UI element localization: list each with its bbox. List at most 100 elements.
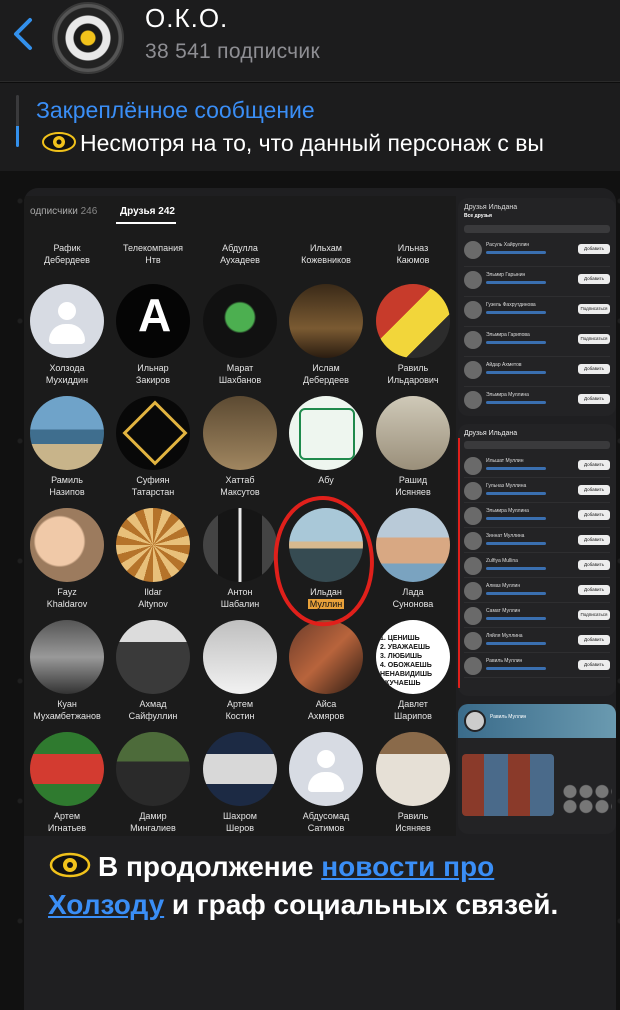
friend-card[interactable]: Дамир Мингалиев [110, 732, 196, 834]
friend-name: Равиль Ильдарович [370, 362, 456, 386]
friend-photo [203, 620, 277, 694]
message-caption: В продолжение новости про Холзоду и граф… [48, 848, 608, 924]
friend-first-name: Равиль [397, 811, 429, 821]
friend-card[interactable]: Ildar Altynov [110, 508, 196, 610]
panel1-tabs: Все друзья [458, 213, 616, 223]
friend-first-name: Ильназ [397, 243, 429, 253]
menu-card-line: СКУЧАЕШЬ [380, 680, 421, 687]
friend-card[interactable]: Куан Мухамбетжанов [24, 620, 110, 722]
friend-row-button[interactable]: Подписаться [578, 610, 610, 620]
friend-row-avatar [464, 582, 482, 600]
friend-card[interactable]: Равиль Исяняев [370, 732, 456, 834]
friend-card[interactable]: Телекомпания Нтв [110, 242, 196, 266]
friend-card[interactable]: Абдулла Аухадеев [197, 242, 283, 266]
friend-row-button[interactable]: Подписаться [578, 334, 610, 344]
friend-card[interactable]: Айса Ахмяров [283, 620, 369, 722]
friend-row-button[interactable]: Добавить [578, 585, 610, 595]
friend-row-button[interactable]: Добавить [578, 660, 610, 670]
friend-photo [203, 284, 277, 358]
pinned-text: Несмотря на то, что данный персонаж с вы [40, 129, 620, 157]
friend-card[interactable]: Fayz Khaldarov [24, 508, 110, 610]
friend-row-button[interactable]: Добавить [578, 635, 610, 645]
friend-row-avatar [464, 557, 482, 575]
friend-first-name: Ильнар [137, 363, 169, 373]
friend-last-name: Максутов [220, 487, 260, 497]
friend-card[interactable]: Артем Игнатьев [24, 732, 110, 834]
friend-row-button[interactable]: Добавить [578, 535, 610, 545]
friend-card[interactable]: Ильнар Закиров [110, 284, 196, 386]
friend-card[interactable]: Рашид Исяняев [370, 396, 456, 498]
message-bubble[interactable]: одписчики 246 Друзья 242 Рафик Дебердеев Т… [24, 188, 616, 1010]
friends-grid-screenshot[interactable]: одписчики 246 Друзья 242 Рафик Дебердеев Т… [24, 196, 456, 836]
friend-card[interactable]: Артем Костин [197, 620, 283, 722]
friends-list-screenshot-2[interactable]: Друзья Ильдана Ильшат Муллин Добавить Гуль… [458, 424, 616, 696]
friend-last-name: Назипов [49, 487, 85, 497]
friend-card[interactable]: Рамиль Назипов [24, 396, 110, 498]
friend-row-name: Zulfiya Mullina [486, 558, 518, 564]
friend-row[interactable]: Ляйля Муллина Добавить [464, 628, 610, 653]
friend-row-button[interactable]: Добавить [578, 274, 610, 284]
friend-row-links [486, 667, 546, 670]
friend-row[interactable]: Айдар Ахметов Добавить [464, 357, 610, 387]
profile-screenshot[interactable]: Равиль Муллин [458, 704, 616, 834]
friend-row[interactable]: Эльмира Муллина Добавить [464, 387, 610, 416]
friend-row-button[interactable]: Подписаться [578, 304, 610, 314]
friend-name: Ильхам Кожевников [283, 242, 369, 266]
friend-row-button[interactable]: Добавить [578, 560, 610, 570]
eye-emoji-icon [49, 852, 91, 878]
friend-row[interactable]: Эльмир Гарынин Добавить [464, 267, 610, 297]
friend-card[interactable]: 1. ЦЕНИШЬ 2. УВАЖАЕШЬ 3. ЛЮБИШЬ 4. ОБОЖАЕШЬ… [370, 620, 456, 722]
friend-last-name: Altynov [138, 599, 168, 609]
friend-card[interactable]: Равиль Ильдарович [370, 284, 456, 386]
friends-list-screenshot-1[interactable]: Друзья Ильдана Все друзья Расуль Хайрулл… [458, 198, 616, 416]
friend-row[interactable]: Зиннат Муллина Добавить [464, 528, 610, 553]
friend-row[interactable]: Расуль Хайруллин Добавить [464, 237, 610, 267]
friend-row-button[interactable]: Добавить [578, 394, 610, 404]
friend-card[interactable]: Холзода Мухиддин [24, 284, 110, 386]
friend-first-name: Артем [53, 811, 81, 821]
pinned-message-bar[interactable]: Закреплённое сообщение Несмотря на то, ч… [0, 83, 620, 171]
friend-row-name: Ильшат Муллин [486, 458, 524, 464]
friend-name: Ильназ Каюмов [370, 242, 456, 266]
friend-row-avatar [464, 391, 482, 409]
friend-last-name: Исяняев [395, 487, 431, 497]
friend-row[interactable]: Эльмира Муллина Добавить [464, 503, 610, 528]
friend-row[interactable]: Гульназ Муллина Добавить [464, 478, 610, 503]
friend-row-button[interactable]: Добавить [578, 460, 610, 470]
friend-row[interactable]: Самат Муллин Подписаться [464, 603, 610, 628]
friend-card[interactable]: Абдусомад Сатимов [283, 732, 369, 834]
friend-row[interactable]: Гузель Фахрутдинова Подписаться [464, 297, 610, 327]
friend-row[interactable]: Равиль Муллин Добавить [464, 653, 610, 678]
friend-card[interactable]: Ислам Дебердеев [283, 284, 369, 386]
friend-row-button[interactable]: Добавить [578, 244, 610, 254]
friend-card[interactable]: Шахром Шеров [197, 732, 283, 834]
friend-card[interactable]: Хаттаб Максутов [197, 396, 283, 498]
friend-row[interactable]: Алмаз Муллин Добавить [464, 578, 610, 603]
friend-row[interactable]: Эльмира Гарипова Подписаться [464, 327, 610, 357]
friend-card[interactable]: Ильхам Кожевников [283, 242, 369, 266]
friend-row-button[interactable]: Добавить [578, 485, 610, 495]
subscriber-count: 38 541 подписчик [145, 40, 320, 63]
back-chevron-icon[interactable] [8, 12, 38, 56]
channel-title[interactable]: О.К.О. [145, 3, 228, 34]
friend-card[interactable]: Лада Сунонова [370, 508, 456, 610]
friend-card[interactable]: Марат Шахбанов [197, 284, 283, 386]
friend-card[interactable]: Ильназ Каюмов [370, 242, 456, 266]
friend-last-name: Шарипов [394, 711, 432, 721]
friend-first-name: Рамиль [51, 475, 83, 485]
friend-name: Рашид Исяняев [370, 474, 456, 498]
friend-card[interactable]: Антон Шабалин [197, 508, 283, 610]
pinned-text-content: Несмотря на то, что данный персонаж с вы [80, 130, 544, 156]
channel-avatar[interactable] [52, 2, 124, 74]
friend-row[interactable]: Ильшат Муллин Добавить [464, 453, 610, 478]
friend-row[interactable]: Zulfiya Mullina Добавить [464, 553, 610, 578]
friend-row-button[interactable]: Добавить [578, 364, 610, 374]
friend-row-links [486, 642, 546, 645]
friend-card[interactable]: Рафик Дебердеев [24, 242, 110, 266]
panel1-tab-all: Все друзья [464, 213, 492, 219]
friend-card[interactable]: Ахмад Сайфуллин [110, 620, 196, 722]
menu-card-line: 2. УВАЖАЕШЬ [380, 644, 431, 651]
friend-card[interactable]: Суфиян Татарстан [110, 396, 196, 498]
friend-row-button[interactable]: Добавить [578, 510, 610, 520]
friend-card[interactable]: Абу [283, 396, 369, 486]
